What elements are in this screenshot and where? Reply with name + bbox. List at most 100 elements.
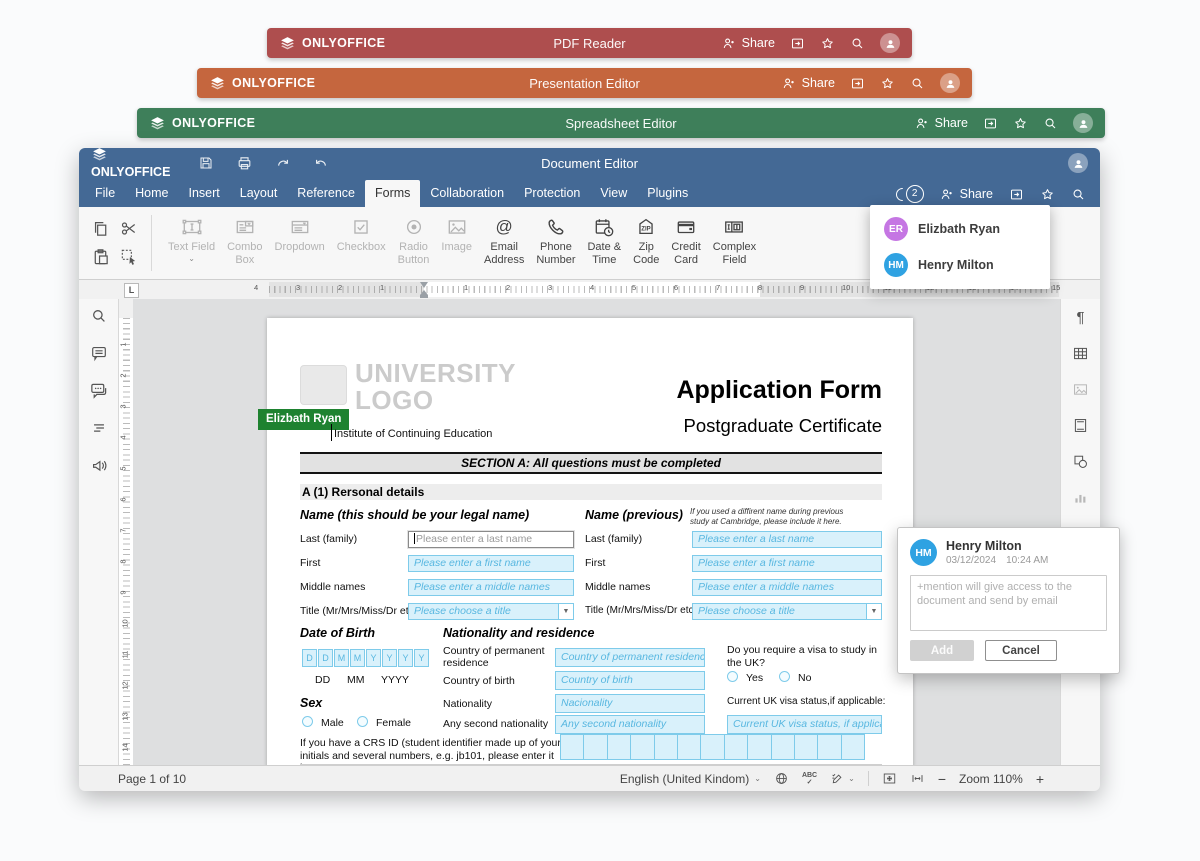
tab-view[interactable]: View: [590, 180, 637, 207]
sex-male-radio[interactable]: [302, 716, 313, 727]
sex-female-radio[interactable]: [357, 716, 368, 727]
share-button[interactable]: Share: [915, 116, 968, 131]
permanent-residence-field[interactable]: Country of permanent residence: [555, 648, 705, 667]
search-icon[interactable]: [850, 36, 865, 51]
active-users-badge[interactable]: 2: [894, 185, 924, 203]
first-name-field[interactable]: Please enter a first name: [408, 555, 574, 572]
favorite-star-icon[interactable]: [820, 36, 835, 51]
radio-button-button[interactable]: Radio Button: [392, 214, 436, 268]
comments-icon[interactable]: [90, 344, 108, 362]
avatar[interactable]: [880, 33, 900, 53]
open-file-location-icon[interactable]: [1009, 187, 1024, 202]
text-field-button[interactable]: Text Field⌄: [162, 214, 221, 263]
favorite-star-icon[interactable]: [1013, 116, 1028, 131]
tab-protection[interactable]: Protection: [514, 180, 590, 207]
university-logo-placeholder[interactable]: [300, 365, 347, 405]
tab-file[interactable]: File: [85, 180, 125, 207]
favorite-star-icon[interactable]: [1040, 187, 1055, 202]
email-address-button[interactable]: @ Email Address: [478, 214, 530, 268]
zoom-out-button[interactable]: −: [938, 771, 946, 787]
visa-no-radio[interactable]: [779, 671, 790, 682]
chat-icon[interactable]: [89, 381, 108, 400]
cut-button[interactable]: [115, 215, 141, 241]
zoom-in-button[interactable]: +: [1036, 771, 1044, 787]
chart-settings-icon[interactable]: [1072, 489, 1089, 506]
image-button[interactable]: Image: [435, 214, 478, 256]
avatar[interactable]: [940, 73, 960, 93]
paste-button[interactable]: [87, 243, 113, 269]
add-comment-button[interactable]: Add: [910, 640, 974, 661]
cancel-comment-button[interactable]: Cancel: [985, 640, 1057, 661]
share-button[interactable]: Share: [940, 187, 993, 202]
complex-field-button[interactable]: Complex Field: [707, 214, 762, 268]
crs-comb-field[interactable]: [560, 734, 865, 760]
nationality-field[interactable]: Nacionality: [555, 694, 705, 713]
open-file-location-icon[interactable]: [790, 36, 805, 51]
tab-forms[interactable]: Forms: [365, 180, 420, 207]
fit-width-icon[interactable]: [910, 771, 925, 786]
country-of-birth-field[interactable]: Country of birth: [555, 671, 705, 690]
second-nationality-field[interactable]: Any second nationality: [555, 715, 705, 734]
image-settings-icon[interactable]: [1072, 381, 1089, 398]
checkbox-button[interactable]: Checkbox: [331, 214, 392, 256]
dropdown-arrow-icon[interactable]: ▼: [866, 604, 881, 619]
avatar[interactable]: [1073, 113, 1093, 133]
phone-number-button[interactable]: Phone Number: [530, 214, 581, 268]
track-changes-button[interactable]: ⌄: [830, 771, 855, 786]
paragraph-settings-icon[interactable]: ¶: [1076, 309, 1084, 326]
search-icon[interactable]: [910, 76, 925, 91]
middle-names-field[interactable]: Please enter a middle names: [408, 579, 574, 596]
comment-input[interactable]: +mention will give access to the documen…: [910, 575, 1107, 631]
table-settings-icon[interactable]: [1072, 345, 1089, 362]
spellcheck-icon[interactable]: ABC✓: [802, 772, 817, 786]
combo-box-button[interactable]: Combo Box: [221, 214, 268, 268]
favorite-star-icon[interactable]: [880, 76, 895, 91]
shape-settings-icon[interactable]: [1072, 453, 1089, 470]
avatar[interactable]: [1068, 153, 1088, 173]
credit-card-button[interactable]: Credit Card: [665, 214, 706, 268]
open-file-location-icon[interactable]: [850, 76, 865, 91]
tab-layout[interactable]: Layout: [230, 180, 288, 207]
dob-comb-field[interactable]: DDMMYYYY: [302, 648, 430, 667]
prev-title-dropdown-field[interactable]: Please choose a title▼: [692, 603, 882, 620]
tab-stop-selector[interactable]: L: [124, 283, 139, 298]
document-language-globe-icon[interactable]: [774, 771, 789, 786]
fit-page-icon[interactable]: [882, 771, 897, 786]
dropdown-button[interactable]: Dropdown: [269, 214, 331, 256]
visa-status-field[interactable]: Current UK visa status, if applicable: [727, 715, 882, 734]
prev-first-name-field[interactable]: Please enter a first name: [692, 555, 882, 572]
ruler-number: 8: [758, 283, 762, 292]
tab-plugins[interactable]: Plugins: [637, 180, 698, 207]
tab-reference[interactable]: Reference: [287, 180, 365, 207]
user-list-item[interactable]: ER Elizbath Ryan: [870, 211, 1050, 247]
navigation-headings-icon[interactable]: [90, 419, 108, 437]
visa-yes-radio[interactable]: [727, 671, 738, 682]
search-icon[interactable]: [1043, 116, 1058, 131]
select-button[interactable]: [115, 243, 141, 269]
tab-collaboration[interactable]: Collaboration: [420, 180, 514, 207]
share-button[interactable]: Share: [722, 36, 775, 51]
feedback-megaphone-icon[interactable]: [90, 456, 108, 474]
prev-middle-names-field[interactable]: Please enter a middle names: [692, 579, 882, 596]
zip-code-button[interactable]: ZIP Zip Code: [627, 214, 665, 268]
copy-button[interactable]: [87, 215, 113, 241]
sex-heading: Sex: [300, 696, 322, 710]
user-list-item[interactable]: HM Henry Milton: [870, 247, 1050, 283]
left-indent-marker[interactable]: [420, 295, 428, 298]
open-file-location-icon[interactable]: [983, 116, 998, 131]
date-time-button[interactable]: Date & Time: [581, 214, 627, 268]
header-footer-settings-icon[interactable]: [1072, 417, 1089, 434]
collaborator-cursor-tag: Elizbath Ryan: [258, 409, 349, 430]
first-line-indent-marker[interactable]: [420, 282, 428, 288]
language-selector[interactable]: English (United Kindom)⌄: [620, 772, 761, 786]
prev-last-name-field[interactable]: Please enter a last name: [692, 531, 882, 548]
tab-insert[interactable]: Insert: [179, 180, 230, 207]
search-icon[interactable]: [1071, 187, 1086, 202]
dropdown-arrow-icon[interactable]: ▼: [558, 604, 573, 619]
tab-home[interactable]: Home: [125, 180, 178, 207]
checkbox-icon: [349, 216, 373, 238]
title-dropdown-field[interactable]: Please choose a title▼: [408, 603, 574, 620]
search-icon[interactable]: [90, 307, 108, 325]
last-name-field[interactable]: Please enter a last name: [408, 531, 574, 548]
share-button[interactable]: Share: [782, 76, 835, 91]
